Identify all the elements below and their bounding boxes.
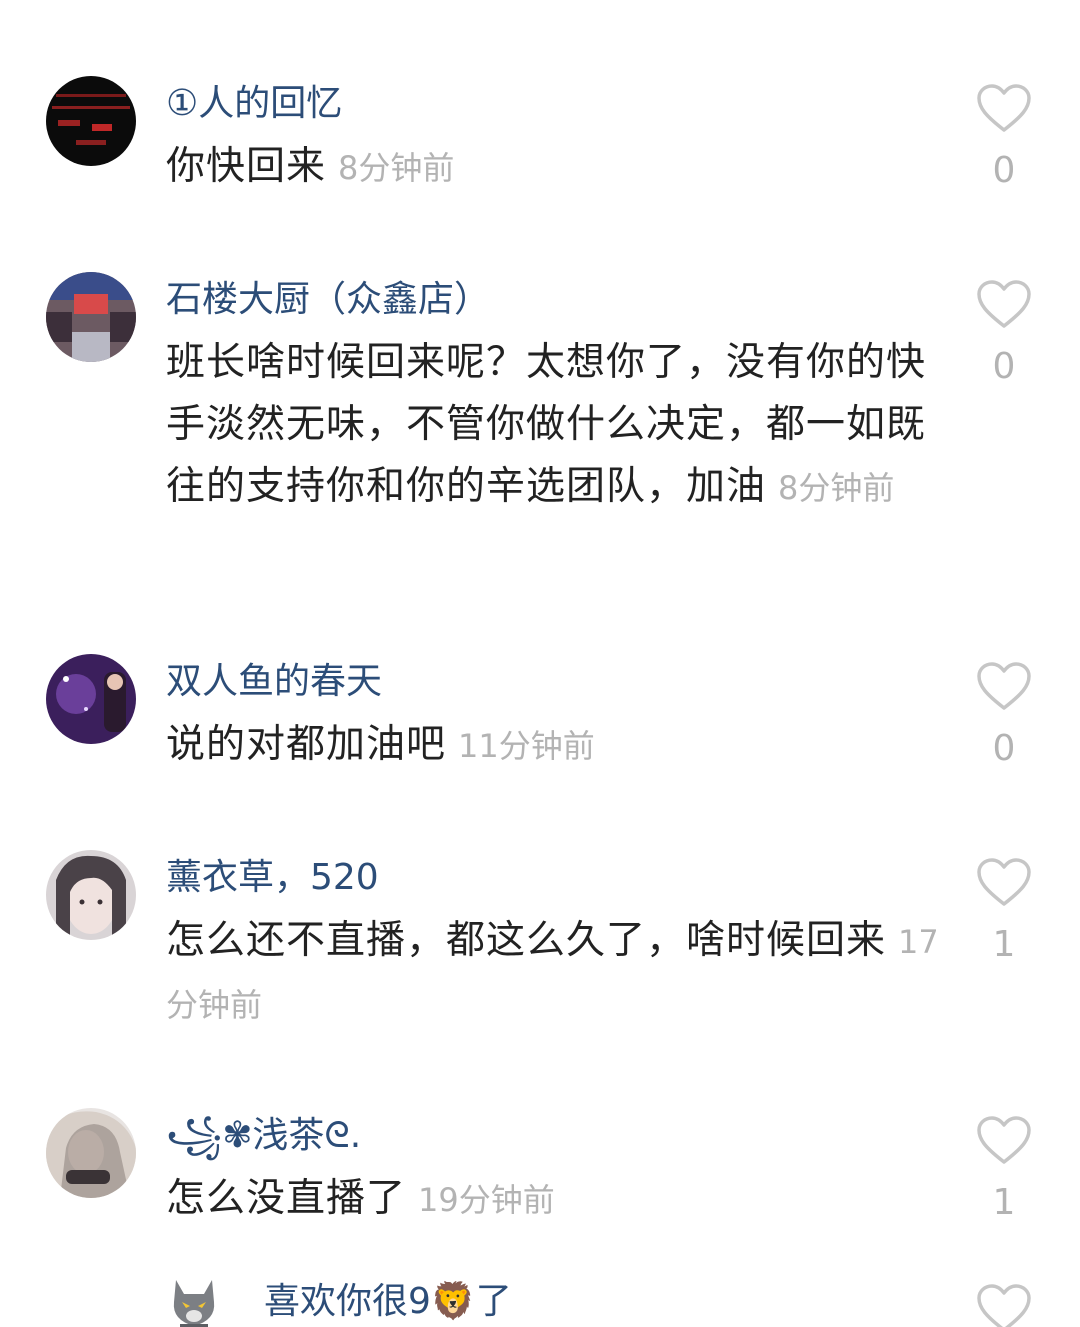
comment-text: 说的对都加油吧: [166, 722, 447, 767]
heart-outline-icon: [977, 1284, 1031, 1327]
comment-time: 8分钟前: [778, 469, 895, 507]
username[interactable]: 喜欢你很9🦁了: [264, 1280, 512, 1324]
avatar[interactable]: [46, 850, 136, 940]
comment-text: 你快回来: [166, 144, 327, 189]
wolf-mascot-icon[interactable]: [168, 1276, 220, 1327]
like-button[interactable]: [976, 84, 1032, 134]
comment-text: 怎么没直播了: [166, 1176, 407, 1221]
avatar[interactable]: [46, 272, 136, 362]
username[interactable]: 石楼大厨（众鑫店）: [166, 278, 490, 322]
comment-list: ①人的回忆 你快回来 8分钟前 0 石楼大厨（众鑫店） 班长啥时候回来呢？太想你了…: [0, 0, 1080, 1327]
comment-body: 说的对都加油吧 11分钟前: [166, 714, 946, 777]
like-button[interactable]: [976, 1116, 1032, 1166]
comment-body: 怎么没直播了 19分钟前: [166, 1168, 946, 1231]
like-count: 1: [992, 924, 1016, 965]
like-button[interactable]: [976, 280, 1032, 330]
like-count: 1: [992, 1182, 1016, 1223]
heart-outline-icon: [977, 1116, 1031, 1164]
avatar[interactable]: [46, 654, 136, 744]
comment-text: 怎么还不直播，都这么久了，啥时候回来: [166, 918, 887, 963]
comment-body: 你快回来 8分钟前: [166, 136, 946, 199]
username[interactable]: 薰衣草，520: [166, 856, 379, 900]
username[interactable]: ꧁✾浅茶ᘓ.: [166, 1114, 361, 1158]
comment-time: 11分钟前: [458, 727, 595, 765]
heart-outline-icon: [977, 662, 1031, 710]
comment-time: 19分钟前: [418, 1181, 555, 1219]
like-count: 0: [992, 346, 1016, 387]
avatar[interactable]: [46, 76, 136, 166]
like-button[interactable]: [976, 858, 1032, 908]
like-button[interactable]: [976, 1284, 1032, 1327]
comment-time: 8分钟前: [338, 149, 455, 187]
heart-outline-icon: [977, 84, 1031, 132]
username[interactable]: ①人的回忆: [166, 82, 342, 126]
like-button[interactable]: [976, 662, 1032, 712]
avatar[interactable]: [46, 1108, 136, 1198]
like-count: 0: [992, 150, 1016, 191]
like-count: 0: [992, 728, 1016, 769]
comment-body: 怎么还不直播，都这么久了，啥时候回来 17分钟前: [166, 910, 946, 1036]
username[interactable]: 双人鱼的春天: [166, 660, 382, 704]
comment-body: 班长啥时候回来呢？太想你了，没有你的快手淡然无味，不管你做什么决定，都一如既往的…: [166, 332, 946, 519]
heart-outline-icon: [977, 280, 1031, 328]
heart-outline-icon: [977, 858, 1031, 906]
